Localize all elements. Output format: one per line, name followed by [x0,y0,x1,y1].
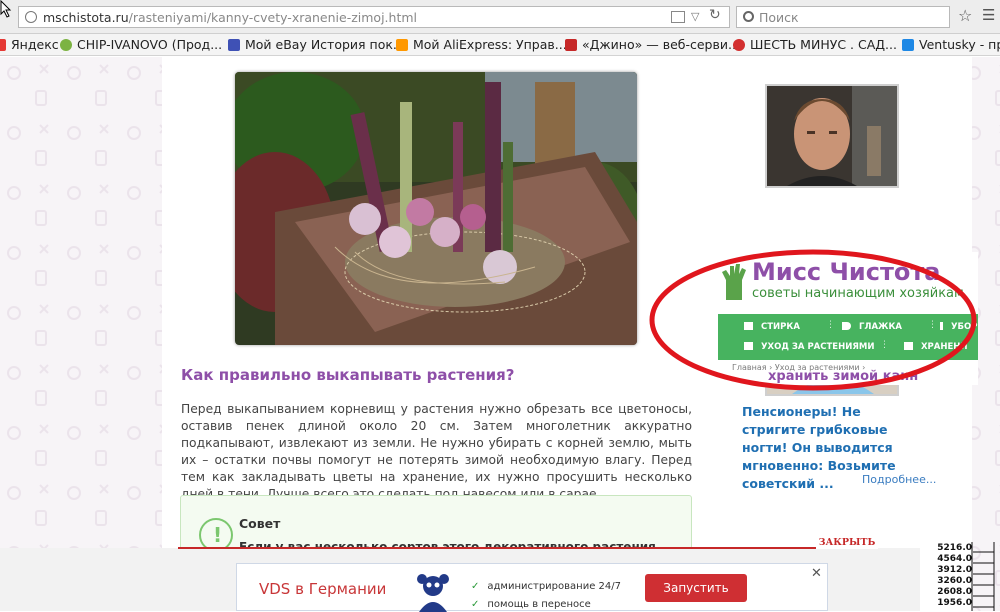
search-icon [743,11,754,22]
bookmark-shest-minus[interactable]: ШЕСТЬ МИНУС . САД... [733,37,897,52]
yandex-icon [0,39,6,51]
feature-item: ✓ помощь в переносе [471,599,591,610]
close-ad-button[interactable]: ЗАКРЫТЬ [816,536,878,549]
ticker-value: 3912.0 [937,565,972,575]
red-highlight-ellipse [649,249,977,391]
article-paragraph: Перед выкапыванием корневищ у растения н… [181,402,692,501]
ticker-value: 1956.0 [937,598,972,608]
mouse-cursor-icon [0,0,12,18]
ad-more-link[interactable]: Подробнее... [862,473,936,486]
check-icon: ✓ [471,599,480,610]
bookmark-chip-ivanovo[interactable]: CHIP-IVANOVO (Прод... [60,37,222,52]
reader-view-icon[interactable] [671,11,685,23]
tomato-icon [733,39,745,51]
bookmarks-bar: Яндекс CHIP-IVANOVO (Прод... Мой eBay Ис… [0,34,1000,56]
chip-icon [60,39,72,51]
address-bar[interactable]: mschistota.ru/rasteniyami/kanny-cvety-xr… [18,6,730,28]
close-icon[interactable]: ✕ [811,566,822,581]
bookmark-ventusky[interactable]: Ventusky - пр [902,37,1000,52]
bookmark-jino[interactable]: «Джино» — веб-серви... [565,37,740,52]
ticker-value: 3260.0 [937,576,972,586]
ebay-icon [228,39,240,51]
bookmarks-list-icon[interactable]: ☰ [982,6,995,24]
article-heading: Как правильно выкапывать растения? [181,366,515,384]
jino-icon [565,39,577,51]
launch-button[interactable]: Запустить [645,574,747,602]
price-ticker: 5216.0 4564.0 3912.0 3260.0 2608.0 1956.… [936,542,1000,611]
url-text[interactable]: mschistota.ru/rasteniyami/kanny-cvety-xr… [43,10,417,25]
globe-icon [25,11,37,23]
ticker-value: 4564.0 [937,554,972,564]
ticker-value: 5216.0 [937,543,972,553]
bookmark-star-icon[interactable]: ☆ [958,6,972,25]
bookmark-aliexpress[interactable]: Мой AliExpress: Управ... [396,37,567,52]
mascot-icon [417,574,449,612]
chevron-down-icon[interactable]: ▽ [691,10,699,23]
reload-icon[interactable]: ↻ [709,7,721,23]
sticky-ad-line [178,547,878,549]
bookmark-ebay[interactable]: Мой eBay История пок... [228,37,405,52]
aliexpress-icon [396,39,408,51]
search-input[interactable]: Поиск [736,6,950,28]
web-page: Как правильно выкапывать растения? Перед… [0,57,1000,611]
bookmark-yandex[interactable]: Яндекс [0,37,59,52]
browser-toolbar: mschistota.ru/rasteniyami/kanny-cvety-xr… [0,0,1000,34]
ad-photo-man[interactable] [765,84,899,188]
feature-item: ✓ администрирование 24/7 [471,581,621,592]
check-icon: ✓ [471,581,480,592]
search-placeholder: Поиск [759,10,799,25]
banner-title: VDS в Германии [259,580,387,598]
ticker-value: 2608.0 [937,587,972,597]
tip-title: Совет [239,516,281,531]
canna-rhizomes-photo [235,72,637,345]
vds-banner[interactable]: VDS в Германии ✓ администрирование 24/7 ✓… [236,563,828,612]
ventusky-icon [902,39,914,51]
